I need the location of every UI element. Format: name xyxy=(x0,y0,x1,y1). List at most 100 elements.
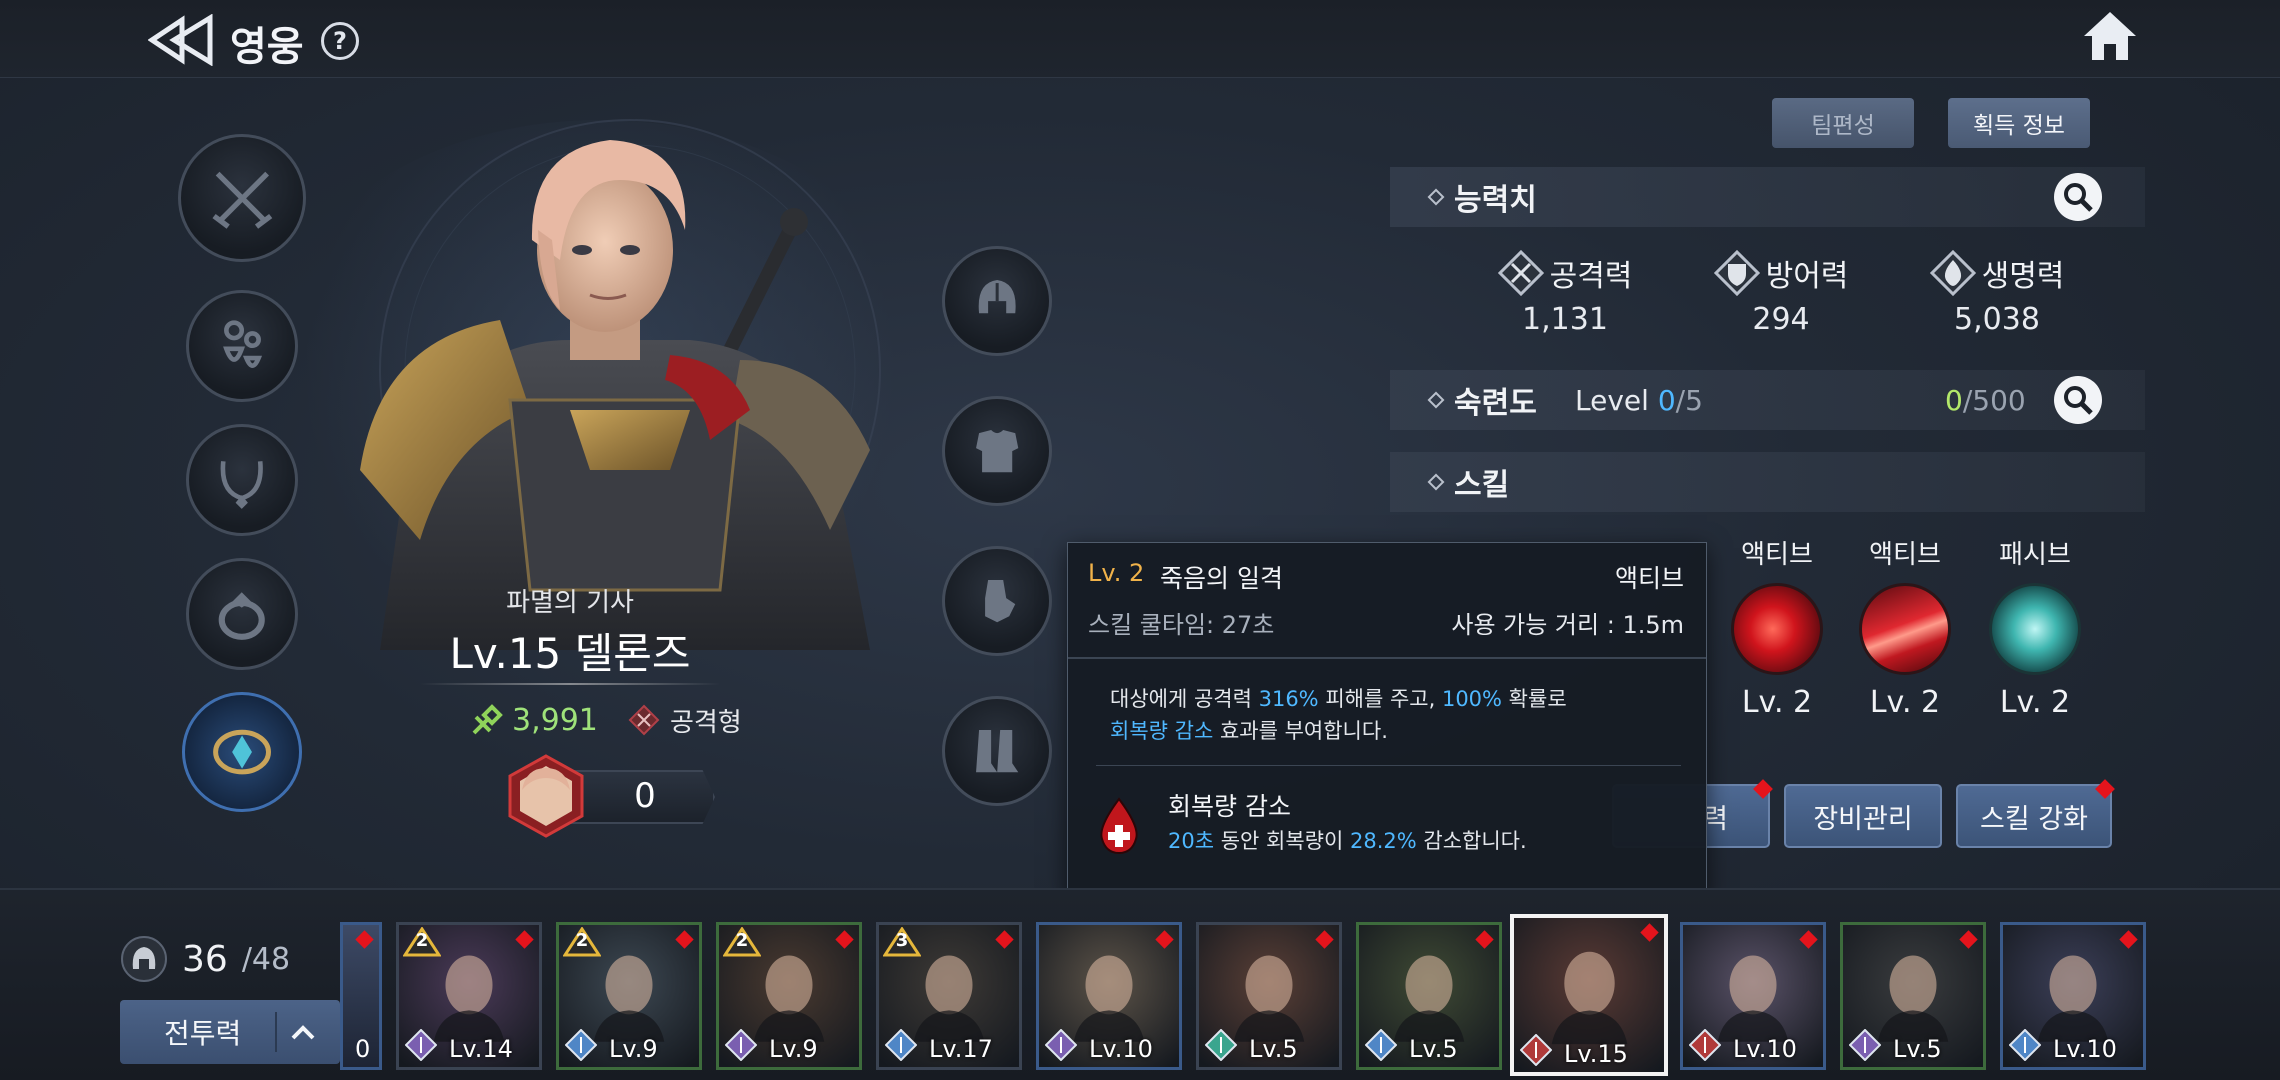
stat-hp-value: 5,038 xyxy=(1954,302,2040,337)
desc-highlight: 100% xyxy=(1441,687,1502,711)
attack-stat-icon xyxy=(1497,250,1544,296)
slot-helmet[interactable] xyxy=(942,246,1052,356)
hero-count-max: /48 xyxy=(241,941,291,977)
tooltip-effect-description: 20초 동안 회복량이 28.2% 감소합니다. xyxy=(1168,825,1527,855)
star-grade-value: 2 xyxy=(735,930,749,951)
hero-count-current: 36 xyxy=(182,938,228,980)
necklace-icon xyxy=(220,461,264,510)
hero-combat-power: 3,991 xyxy=(470,700,598,740)
mastery-level-current: 0 xyxy=(1657,384,1676,417)
skill-enhance-button[interactable]: 스킬 강화 xyxy=(1956,784,2112,848)
card-level: Lv.14 xyxy=(449,1035,513,1063)
equipment-manage-button[interactable]: 장비관리 xyxy=(1784,784,1942,848)
class-icon xyxy=(405,1029,437,1061)
hero-card[interactable]: Lv.5 xyxy=(1196,922,1342,1070)
class-icon xyxy=(1520,1034,1552,1066)
magnifier-icon xyxy=(2064,386,2093,415)
home-icon xyxy=(2084,12,2136,60)
hero-card[interactable]: 2 Lv.14 xyxy=(396,922,542,1070)
effect-duration: 20초 xyxy=(1168,829,1215,853)
class-icon xyxy=(1365,1029,1397,1061)
skill-slot-passive[interactable]: 패시브 Lv. 2 xyxy=(1980,534,2090,720)
hero-card[interactable]: Lv.10 xyxy=(2000,922,2146,1070)
earring-icon xyxy=(223,320,263,369)
mastery-title: 숙련도 xyxy=(1454,386,1537,421)
class-icon xyxy=(565,1029,597,1061)
skill-slash-icon xyxy=(1731,583,1823,675)
slot-boots[interactable] xyxy=(942,696,1052,806)
divider xyxy=(275,1012,278,1052)
skill-kind: 패시브 xyxy=(1999,540,2071,570)
combat-power-value: 3,991 xyxy=(512,702,598,738)
stats-section-header: 능력치 xyxy=(1390,167,2145,227)
mastery-points-max: /500 xyxy=(1962,384,2026,417)
hero-card[interactable]: Lv.10 xyxy=(1680,922,1826,1070)
skill-kind: 액티브 xyxy=(1741,540,1813,570)
sort-dropdown[interactable]: 전투력 xyxy=(120,1000,340,1064)
stat-defense-label: 방어력 xyxy=(1765,259,1849,294)
stat-hp: 생명력 5,038 xyxy=(1912,248,2082,337)
skill-kind: 액티브 xyxy=(1869,540,1941,570)
stats-search-button[interactable] xyxy=(2054,173,2102,221)
slot-weapon[interactable] xyxy=(178,134,306,262)
defense-stat-icon xyxy=(1713,250,1760,296)
class-icon xyxy=(1689,1029,1721,1061)
card-level: Lv.15 xyxy=(1564,1040,1628,1068)
card-level: Lv.10 xyxy=(2053,1035,2117,1063)
mastery-level: Level 0/5 xyxy=(1575,384,1703,417)
hero-card[interactable]: Lv.5 xyxy=(1356,922,1502,1070)
hero-card[interactable]: 2 Lv.9 xyxy=(716,922,862,1070)
class-icon xyxy=(725,1029,757,1061)
class-icon xyxy=(1045,1029,1077,1061)
mastery-points-current: 0 xyxy=(1945,384,1963,417)
slot-ring[interactable] xyxy=(186,558,298,670)
slot-necklace[interactable] xyxy=(186,424,298,536)
back-button[interactable] xyxy=(147,13,218,67)
team-setup-button[interactable]: 팀편성 xyxy=(1772,98,1914,148)
slot-earring[interactable] xyxy=(186,290,298,402)
hero-card-selected[interactable]: Lv.15 xyxy=(1510,914,1668,1076)
helmet-icon xyxy=(978,279,1016,314)
card-level: Lv.10 xyxy=(1733,1035,1797,1063)
card-level: Lv.5 xyxy=(1409,1035,1458,1063)
shard-count: 0 xyxy=(634,776,656,816)
hero-shard-icon[interactable] xyxy=(504,754,588,838)
slot-emblem[interactable] xyxy=(182,692,302,812)
star-grade-badge: 2 xyxy=(722,926,762,957)
sort-label: 전투력 xyxy=(164,1017,242,1050)
mastery-level-max: /5 xyxy=(1675,384,1703,417)
screen-title: 영웅 xyxy=(230,24,304,70)
stat-defense-value: 294 xyxy=(1752,302,1810,337)
acquire-info-button[interactable]: 획득 정보 xyxy=(1948,98,2090,148)
hero-card[interactable]: 3 Lv.17 xyxy=(876,922,1022,1070)
help-button[interactable]: ? xyxy=(321,22,359,60)
divider xyxy=(1068,657,1706,659)
mastery-search-button[interactable] xyxy=(2054,376,2102,424)
hero-count: 36/48 xyxy=(120,924,335,994)
hero-card[interactable]: Lv.5 xyxy=(1840,922,1986,1070)
skill-tooltip: Lv. 2 죽음의 일격 액티브 스킬 쿨타임: 27초 사용 가능 거리 : … xyxy=(1067,542,1707,898)
slot-gloves[interactable] xyxy=(942,546,1052,656)
hero-card[interactable]: Lv.10 xyxy=(1036,922,1182,1070)
emblem-icon xyxy=(213,729,271,775)
ring-icon xyxy=(218,592,266,641)
magnifier-icon xyxy=(2064,183,2093,212)
crossed-swords-icon xyxy=(212,171,272,229)
home-button[interactable] xyxy=(2080,8,2140,64)
skill-title: 스킬 xyxy=(1454,468,1510,503)
skill-passive-icon xyxy=(1989,583,2081,675)
star-grade-value: 2 xyxy=(415,930,429,951)
divider xyxy=(1096,765,1681,766)
hero-role: 공격형 xyxy=(628,700,742,740)
tooltip-effect-name: 회복량 감소 xyxy=(1168,792,1291,821)
hero-card-partial[interactable]: 0 xyxy=(340,922,382,1070)
stat-hp-label: 생명력 xyxy=(1981,259,2065,294)
skill-slot-2[interactable]: 액티브 Lv. 2 xyxy=(1722,534,1832,720)
slot-armor[interactable] xyxy=(942,396,1052,506)
diamond-bullet-icon xyxy=(1427,391,1445,409)
skill-slot-3[interactable]: 액티브 Lv. 2 xyxy=(1850,534,1960,720)
tooltip-range: 사용 가능 거리 : 1.5m xyxy=(1451,611,1684,639)
skill-level: Lv. 2 xyxy=(1999,685,2071,720)
hero-card[interactable]: 2 Lv.9 xyxy=(556,922,702,1070)
card-level: Lv.9 xyxy=(609,1035,658,1063)
